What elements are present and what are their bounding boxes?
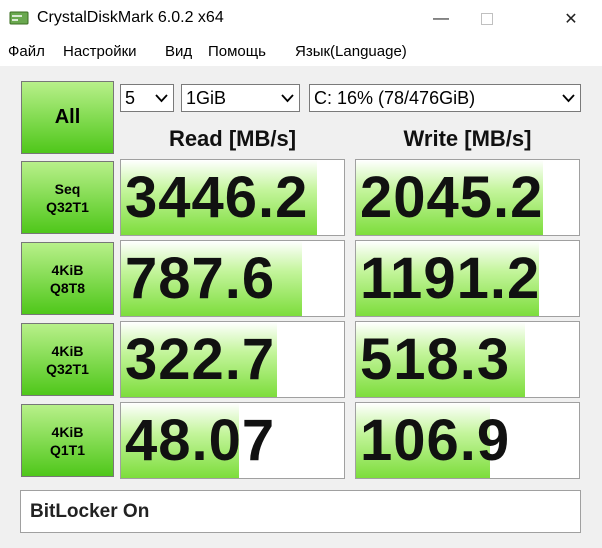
menu-bar: Файл Настройки Вид Помощь Язык(Language) <box>0 38 602 66</box>
4kib-q8t8-button[interactable]: 4KiB Q8T8 <box>21 242 114 315</box>
test-size-value: 1GiB <box>186 88 227 108</box>
menu-settings[interactable]: Настройки <box>63 43 137 60</box>
test-count-value: 5 <box>125 88 136 108</box>
4kib-q8t8-write-cell: 1191.2 <box>355 240 580 317</box>
seq-q32t1-write-cell: 2045.2 <box>355 159 580 236</box>
4kib-q8t8-read-cell: 787.6 <box>120 240 345 317</box>
4kib-q1t1-write-cell: 106.9 <box>355 402 580 479</box>
4kib-q1t1-read-cell: 48.07 <box>120 402 345 479</box>
minimize-button[interactable]: — <box>418 0 464 38</box>
drive-select[interactable]: C: 16% (78/476GiB) <box>309 84 581 112</box>
4kib-q32t1-write-cell: 518.3 <box>355 321 580 398</box>
read-header: Read [MB/s] <box>168 126 297 151</box>
read-value: 787.6 <box>125 246 276 311</box>
seq-q32t1-read-cell: 3446.2 <box>120 159 345 236</box>
maximize-button[interactable] <box>464 0 510 38</box>
read-value: 48.07 <box>125 408 276 473</box>
maximize-icon <box>481 13 493 25</box>
write-header: Write [MB/s] <box>403 126 532 151</box>
close-button[interactable]: ✕ <box>548 0 594 38</box>
write-value: 518.3 <box>360 327 511 392</box>
run-all-button[interactable]: All <box>21 81 114 154</box>
test-size-select[interactable]: 1GiB <box>181 84 300 112</box>
4kib-q32t1-read-cell: 322.7 <box>120 321 345 398</box>
window-title: CrystalDiskMark 6.0.2 x64 <box>37 9 224 26</box>
write-value: 2045.2 <box>360 165 544 230</box>
chevron-down-icon <box>155 94 168 103</box>
menu-file[interactable]: Файл <box>8 43 45 60</box>
read-value: 322.7 <box>125 327 276 392</box>
4kib-q1t1-button[interactable]: 4KiB Q1T1 <box>21 404 114 477</box>
write-value: 1191.2 <box>360 246 541 311</box>
chevron-down-icon <box>562 94 575 103</box>
menu-language[interactable]: Язык(Language) <box>295 43 407 60</box>
test-count-select[interactable]: 5 <box>120 84 174 112</box>
comment-field[interactable]: BitLocker On <box>20 490 581 533</box>
read-value: 3446.2 <box>125 165 309 230</box>
seq-q32t1-button[interactable]: Seq Q32T1 <box>21 161 114 234</box>
menu-view[interactable]: Вид <box>165 43 192 60</box>
title-bar: CrystalDiskMark 6.0.2 x64 — ✕ <box>0 0 602 38</box>
chevron-down-icon <box>281 94 294 103</box>
app-disk-icon <box>9 11 29 25</box>
drive-value: C: 16% (78/476GiB) <box>314 88 476 108</box>
4kib-q32t1-button[interactable]: 4KiB Q32T1 <box>21 323 114 396</box>
menu-help[interactable]: Помощь <box>208 43 266 60</box>
write-value: 106.9 <box>360 408 511 473</box>
